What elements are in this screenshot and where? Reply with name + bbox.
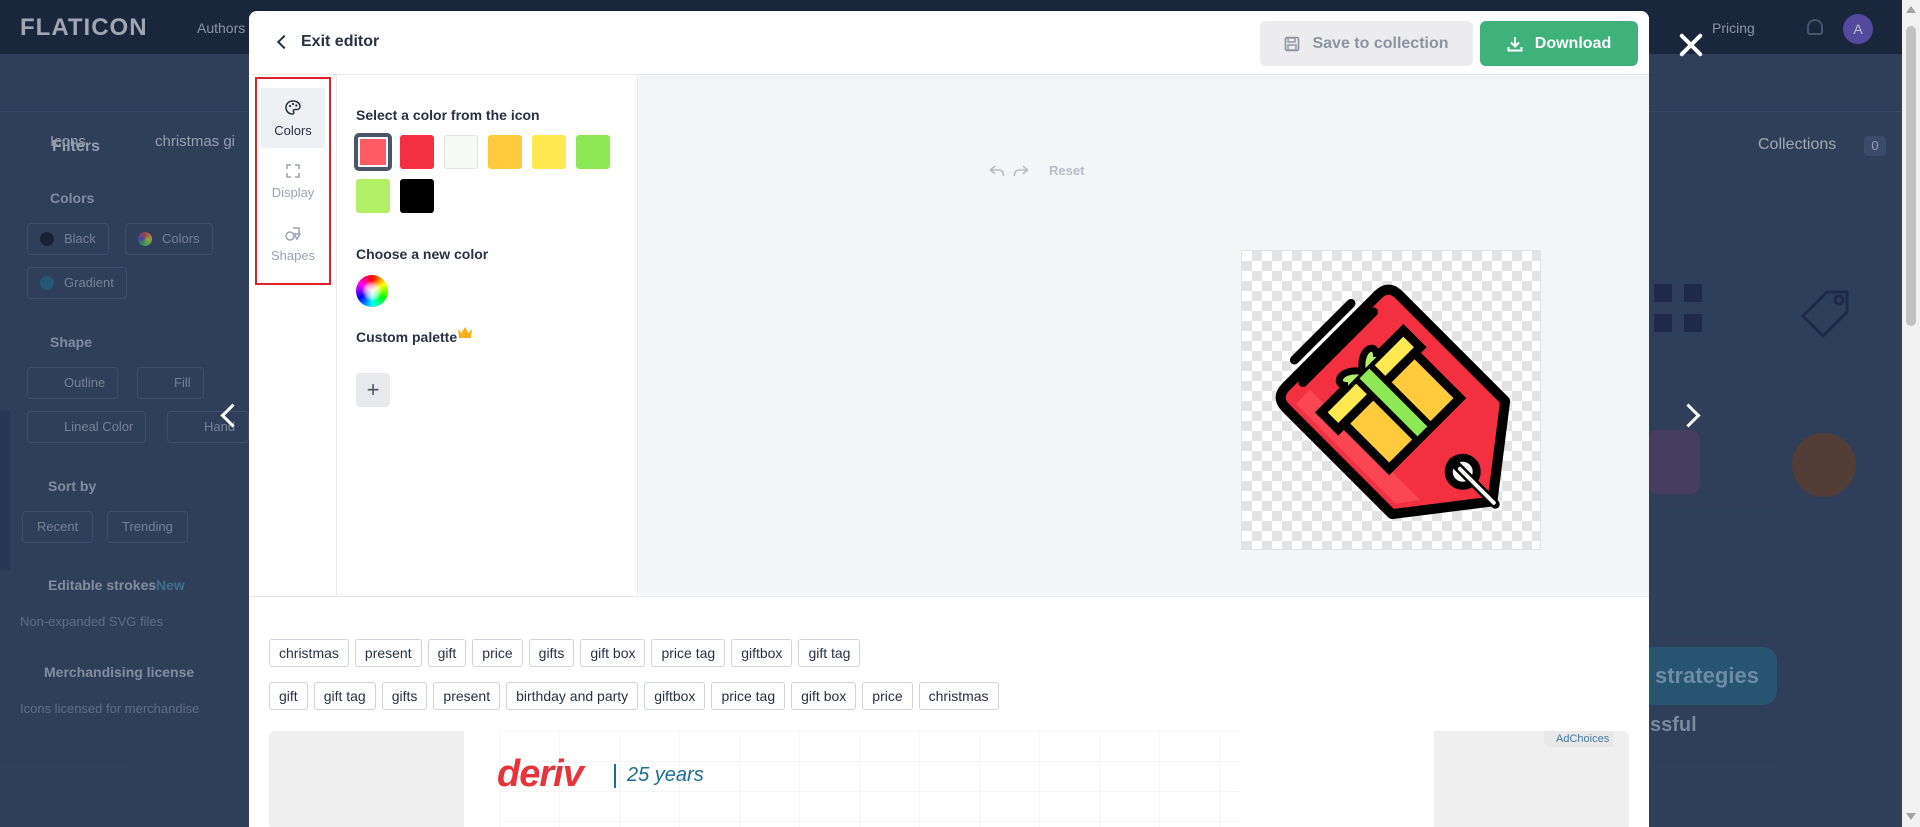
tool-display[interactable]: Display — [261, 151, 325, 211]
tool-label: Display — [271, 184, 315, 200]
tags-row: christmas present gift price gifts gift box pr… — [269, 639, 861, 667]
crown-icon — [458, 327, 472, 338]
tag-chip[interactable]: gift — [427, 639, 467, 667]
editor-topbar: Exit editor Save to collection Download — [249, 11, 1649, 75]
tag-chip[interactable]: price tag — [651, 639, 726, 667]
scroll-down-arrow-icon[interactable] — [1906, 813, 1916, 820]
tag-chip[interactable]: price — [862, 682, 913, 710]
reset-button[interactable]: Reset — [1049, 163, 1084, 178]
save-to-collection-button[interactable]: Save to collection — [1260, 21, 1473, 66]
gift-price-tag-icon — [1275, 284, 1511, 520]
icon-canvas[interactable] — [1241, 250, 1541, 550]
tag-chip[interactable]: birthday and party — [506, 682, 639, 710]
ad-divider — [614, 764, 616, 788]
next-icon-arrow[interactable] — [1677, 400, 1707, 430]
ad-years-text: 25 years — [627, 764, 704, 786]
ad-brand-logo: deriv — [497, 753, 584, 795]
tool-colors[interactable]: Colors — [261, 88, 325, 148]
download-label: Download — [1534, 34, 1612, 52]
tags-section: christmas present gift price gifts gift box pr… — [249, 596, 1649, 716]
tag-chip[interactable]: gift tag — [313, 682, 376, 710]
color-swatch[interactable] — [488, 135, 522, 169]
tag-chip[interactable]: gift — [269, 682, 308, 710]
tag-chip[interactable]: christmas — [918, 682, 999, 710]
tool-label: Colors — [274, 122, 312, 138]
tag-chip[interactable]: gift box — [791, 682, 857, 710]
tag-chip[interactable]: gift tag — [798, 639, 861, 667]
chevron-left-icon — [276, 34, 292, 50]
redo-icon[interactable] — [1013, 164, 1029, 177]
color-swatch[interactable] — [532, 135, 566, 169]
shapes-icon — [285, 226, 302, 241]
tag-chip[interactable]: present — [433, 682, 501, 710]
color-swatch[interactable] — [444, 135, 478, 169]
tag-chip[interactable]: giftbox — [644, 682, 706, 710]
tag-chip[interactable]: gift box — [580, 639, 646, 667]
undo-icon[interactable] — [989, 164, 1005, 177]
tag-chip[interactable]: gifts — [528, 639, 575, 667]
page-scrollbar[interactable] — [1902, 0, 1920, 827]
close-icon[interactable] — [1676, 30, 1706, 60]
ad-background-grid — [499, 731, 1239, 827]
advertisement[interactable]: AdChoices deriv 25 years — [269, 731, 1629, 827]
add-palette-color-button[interactable]: + — [356, 373, 390, 407]
color-swatch[interactable] — [576, 135, 610, 169]
scrollbar-thumb[interactable] — [1906, 26, 1916, 326]
editor-canvas-area: Reset — [639, 75, 1649, 595]
color-swatch[interactable] — [400, 179, 434, 213]
previous-icon-arrow[interactable] — [213, 400, 243, 430]
color-wheel-picker[interactable] — [356, 275, 388, 307]
save-icon — [1285, 36, 1300, 51]
history-controls: Reset — [989, 163, 1084, 178]
tags-row: gift gift tag gifts present birthday and par… — [269, 682, 999, 710]
icon-editor-modal: Exit editor Save to collection Download … — [249, 11, 1649, 827]
tag-chip[interactable]: christmas — [269, 639, 349, 667]
tag-chip[interactable]: price tag — [711, 682, 786, 710]
adchoices-link[interactable]: AdChoices — [1544, 731, 1614, 747]
download-icon — [1507, 36, 1523, 51]
color-swatch[interactable] — [400, 135, 434, 169]
save-label: Save to collection — [1312, 34, 1449, 52]
editor-tool-rail: Colors Display Shapes — [249, 75, 337, 595]
exit-editor-button[interactable]: Exit editor — [275, 29, 379, 55]
tag-chip[interactable]: present — [354, 639, 422, 667]
exit-editor-label: Exit editor — [301, 33, 380, 50]
tag-chip[interactable]: gifts — [381, 682, 428, 710]
tool-label: Shapes — [270, 247, 316, 263]
custom-palette-label: Custom palette — [356, 329, 458, 345]
scroll-up-arrow-icon[interactable] — [1906, 6, 1916, 13]
tag-chip[interactable]: giftbox — [731, 639, 793, 667]
new-color-label: Choose a new color — [356, 246, 489, 262]
select-color-label: Select a color from the icon — [356, 107, 540, 123]
tool-shapes[interactable]: Shapes — [261, 214, 325, 274]
palette-icon — [285, 99, 301, 115]
color-swatch[interactable] — [356, 179, 390, 213]
color-swatch[interactable] — [356, 135, 390, 169]
expand-icon — [286, 163, 300, 178]
tag-chip[interactable]: price — [472, 639, 523, 667]
colors-panel: Select a color from the icon Choose a ne… — [338, 75, 638, 595]
download-button[interactable]: Download — [1480, 21, 1638, 66]
